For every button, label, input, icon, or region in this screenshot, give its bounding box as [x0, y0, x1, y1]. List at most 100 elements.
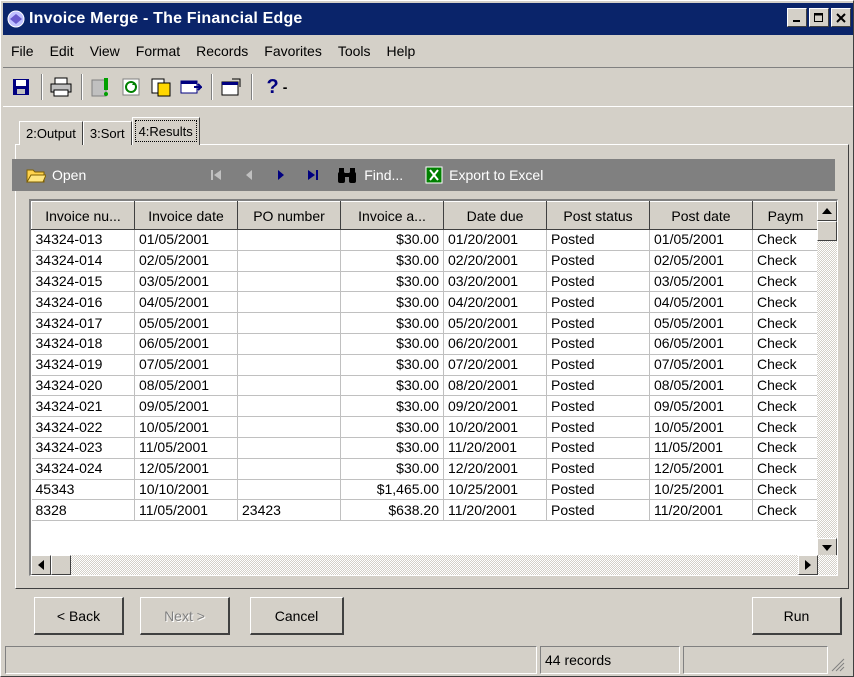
back-button[interactable]: < Back	[34, 597, 124, 635]
cell-po-number	[237, 458, 341, 480]
print-button[interactable]	[47, 73, 75, 101]
menu-format[interactable]: Format	[128, 43, 188, 59]
table-row[interactable]: 34324-020 08/05/2001 $30.00 08/20/2001 Poste…	[31, 375, 819, 397]
menu-file[interactable]: File	[3, 43, 42, 59]
arrow-up-icon	[822, 208, 832, 214]
cell-post-status: Posted	[546, 229, 650, 251]
previous-record-button[interactable]	[240, 166, 258, 184]
last-record-icon	[308, 170, 319, 180]
menu-records[interactable]: Records	[188, 43, 256, 59]
table-row[interactable]: 8328 11/05/2001 23423 $638.20 11/20/2001 Post…	[31, 499, 819, 522]
table-row[interactable]: 34324-018 06/05/2001 $30.00 06/20/2001 Poste…	[31, 333, 819, 355]
cell-post-status: Posted	[546, 250, 650, 272]
next-button[interactable]: Next >	[140, 597, 230, 635]
cell-invoice-date: 09/05/2001	[134, 395, 238, 418]
tab-output[interactable]: 2:Output	[19, 121, 83, 145]
cell-invoice-number: 34324-017	[31, 312, 135, 334]
column-header-post-date[interactable]: Post date	[649, 201, 753, 230]
find-button[interactable]: Find...	[336, 166, 403, 184]
table-row[interactable]: 34324-023 11/05/2001 $30.00 11/20/2001 Poste…	[31, 437, 819, 459]
column-header-date-due[interactable]: Date due	[443, 201, 547, 230]
tab-output-label: 2:Output	[26, 126, 76, 141]
copy-button[interactable]	[147, 73, 175, 101]
results-grid[interactable]: Invoice nu... Invoice date PO number Inv…	[29, 199, 838, 576]
binoculars-icon	[338, 168, 357, 183]
tab-sort[interactable]: 3:Sort	[82, 121, 132, 145]
back-button-label: < Back	[56, 607, 101, 624]
menu-help[interactable]: Help	[379, 43, 424, 59]
run-button-label: Run	[783, 607, 810, 624]
scroll-up-button[interactable]	[817, 201, 837, 221]
column-header-invoice-date[interactable]: Invoice date	[134, 201, 238, 230]
table-row[interactable]: 34324-015 03/05/2001 $30.00 03/20/2001 Poste…	[31, 271, 819, 293]
run-button[interactable]: Run	[752, 597, 842, 635]
table-row[interactable]: 34324-019 07/05/2001 $30.00 07/20/2001 Poste…	[31, 354, 819, 376]
scroll-thumb[interactable]	[51, 555, 71, 575]
scroll-right-button[interactable]	[798, 555, 818, 575]
save-button[interactable]	[7, 73, 35, 101]
column-header-post-status[interactable]: Post status	[546, 201, 650, 230]
column-header-po-number[interactable]: PO number	[237, 201, 341, 230]
app-icon	[7, 10, 25, 28]
folder-icon	[26, 169, 46, 183]
next-record-button[interactable]	[272, 166, 290, 184]
first-record-button[interactable]	[208, 166, 226, 184]
table-row[interactable]: 34324-014 02/05/2001 $30.00 02/20/2001 Poste…	[31, 250, 819, 272]
open-button[interactable]: Open	[26, 167, 86, 183]
cell-invoice-amount: $30.00	[340, 333, 444, 355]
cell-po-number	[237, 416, 341, 438]
menu-edit[interactable]: Edit	[42, 43, 82, 59]
table-row[interactable]: 34324-021 09/05/2001 $30.00 09/20/2001 Poste…	[31, 395, 819, 418]
vertical-scrollbar[interactable]	[817, 201, 837, 558]
find-label: Find...	[364, 167, 404, 183]
table-row[interactable]: 34324-017 05/05/2001 $30.00 05/20/2001 Poste…	[31, 312, 819, 334]
properties-button[interactable]	[217, 73, 245, 101]
table-row[interactable]: 34324-022 10/05/2001 $30.00 10/20/2001 Poste…	[31, 416, 819, 438]
cell-payment: Check	[752, 271, 819, 293]
cell-post-status: Posted	[546, 416, 650, 438]
cell-post-status: Posted	[546, 437, 650, 459]
cell-invoice-date: 07/05/2001	[134, 354, 238, 376]
menu-tools[interactable]: Tools	[330, 43, 379, 59]
export-to-excel-button[interactable]: Export to Excel	[425, 166, 543, 184]
cell-invoice-number: 34324-021	[31, 395, 135, 418]
cell-date-due: 12/20/2001	[443, 458, 547, 480]
help-button[interactable]: ? -	[257, 73, 297, 101]
cell-post-date: 11/05/2001	[649, 437, 753, 459]
table-row[interactable]: 34324-013 01/05/2001 $30.00 01/20/2001 Poste…	[31, 229, 819, 251]
column-header-payment[interactable]: Paym	[752, 201, 819, 230]
query-button[interactable]	[87, 73, 115, 101]
title-bar[interactable]: Invoice Merge - The Financial Edge	[3, 3, 853, 35]
table-row[interactable]: 34324-016 04/05/2001 $30.00 04/20/2001 Poste…	[31, 291, 819, 314]
table-row[interactable]: 34324-024 12/05/2001 $30.00 12/20/2001 Poste…	[31, 458, 819, 480]
column-header-invoice-number[interactable]: Invoice nu...	[31, 201, 135, 230]
scroll-left-button[interactable]	[31, 555, 51, 575]
table-row[interactable]: 45343 10/10/2001 $1,465.00 10/25/2001 Posted…	[31, 479, 819, 501]
cell-invoice-number: 34324-022	[31, 416, 135, 438]
tab-results[interactable]: 4:Results	[131, 117, 200, 145]
cancel-button[interactable]: Cancel	[250, 597, 344, 635]
close-icon	[836, 12, 846, 23]
horizontal-scrollbar[interactable]	[31, 555, 837, 575]
query-icon	[91, 78, 108, 97]
maximize-button[interactable]	[809, 8, 829, 27]
export-button[interactable]	[177, 73, 205, 101]
next-record-icon	[278, 170, 285, 180]
app-window: Invoice Merge - The Financial Edge File …	[0, 0, 854, 677]
last-record-button[interactable]	[304, 166, 322, 184]
refresh-icon	[122, 78, 140, 96]
refresh-button[interactable]	[117, 73, 145, 101]
cell-post-status: Posted	[546, 354, 650, 376]
resize-grip-icon[interactable]	[831, 658, 845, 672]
minimize-button[interactable]	[787, 8, 807, 27]
scroll-thumb[interactable]	[817, 221, 837, 241]
menu-view[interactable]: View	[82, 43, 128, 59]
export-icon	[180, 80, 202, 94]
cell-invoice-amount: $1,465.00	[340, 479, 444, 501]
menu-favorites[interactable]: Favorites	[256, 43, 330, 59]
status-bar: 44 records	[5, 646, 851, 674]
cell-invoice-date: 11/05/2001	[134, 437, 238, 459]
column-header-invoice-amount[interactable]: Invoice a...	[340, 201, 444, 230]
cell-invoice-number: 34324-016	[31, 291, 135, 314]
close-button[interactable]	[831, 8, 851, 27]
